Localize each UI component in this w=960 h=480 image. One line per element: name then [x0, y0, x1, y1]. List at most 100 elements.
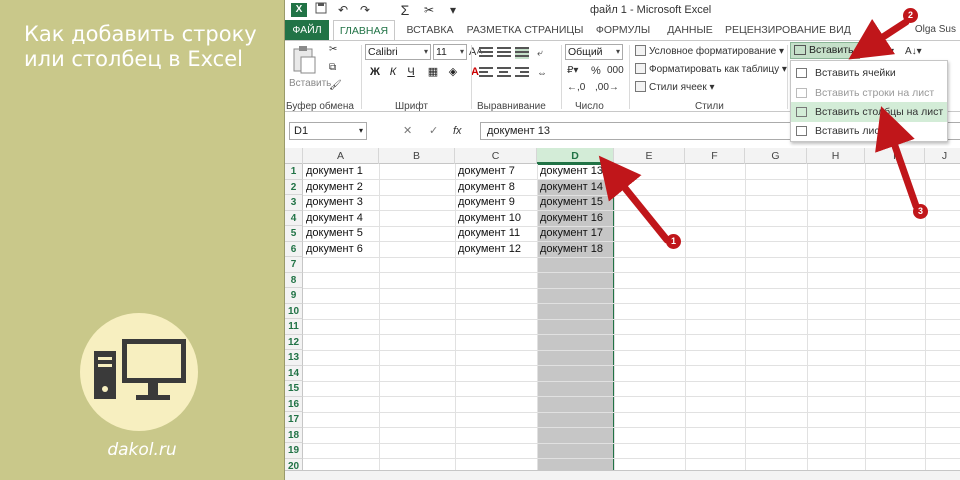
- row-header[interactable]: 1: [285, 164, 303, 180]
- cell-c5[interactable]: документ 11: [455, 226, 537, 242]
- insert-cells-item[interactable]: Вставить ячейки: [791, 63, 947, 83]
- align-middle-icon[interactable]: [497, 47, 511, 59]
- row-header[interactable]: 18: [285, 427, 303, 443]
- borders-icon[interactable]: ▦: [425, 64, 441, 80]
- tab-page-layout[interactable]: РАЗМЕТКА СТРАНИЦЫ: [465, 20, 585, 40]
- column-header-g[interactable]: G: [745, 148, 807, 164]
- row-header[interactable]: 10: [285, 303, 303, 319]
- conditional-formatting-button[interactable]: Условное форматирование ▾: [635, 45, 784, 59]
- row-header[interactable]: 14: [285, 365, 303, 381]
- cell-c3[interactable]: документ 9: [455, 195, 537, 211]
- font-name-combo[interactable]: Calibri ▾: [365, 44, 431, 60]
- cell-d4[interactable]: документ 16: [537, 211, 614, 227]
- align-top-icon[interactable]: [479, 47, 493, 59]
- column-header-d[interactable]: D: [537, 148, 614, 164]
- column-header-f[interactable]: F: [685, 148, 745, 164]
- column-header-e[interactable]: E: [614, 148, 685, 164]
- wrap-text-icon[interactable]: ⤶: [537, 47, 543, 61]
- row-header[interactable]: 16: [285, 396, 303, 412]
- decrease-decimal-icon[interactable]: ,00→: [595, 81, 619, 95]
- cell-c2[interactable]: документ 8: [455, 180, 537, 196]
- undo-icon[interactable]: ↶: [335, 2, 351, 18]
- cell-a4[interactable]: документ 4: [303, 211, 379, 227]
- underline-button[interactable]: Ч: [403, 64, 419, 80]
- name-box[interactable]: D1 ▾: [289, 122, 367, 140]
- save-icon[interactable]: [313, 2, 329, 18]
- cell-a2[interactable]: документ 2: [303, 180, 379, 196]
- tab-data[interactable]: ДАННЫЕ: [661, 20, 719, 40]
- insert-cells-button[interactable]: Вставить ▾: [790, 42, 860, 71]
- insert-columns-item[interactable]: Вставить столбцы на лист: [791, 102, 947, 122]
- format-as-table-button[interactable]: Форматировать как таблицу ▾: [635, 63, 787, 77]
- tab-insert[interactable]: ВСТАВКА: [401, 20, 459, 40]
- align-bottom-icon[interactable]: [515, 47, 529, 59]
- enter-icon[interactable]: ✓: [429, 122, 438, 140]
- currency-icon[interactable]: ₽▾: [567, 64, 578, 78]
- font-size-combo[interactable]: 11 ▾: [433, 44, 467, 60]
- redo-icon[interactable]: ↷: [357, 2, 373, 18]
- cell-a1[interactable]: документ 1: [303, 164, 379, 180]
- row-header[interactable]: 4: [285, 210, 303, 226]
- cell-a5[interactable]: документ 5: [303, 226, 379, 242]
- thousands-separator-button[interactable]: 000: [607, 64, 624, 78]
- format-painter-icon[interactable]: 🖌: [329, 79, 342, 93]
- row-header[interactable]: 3: [285, 195, 303, 211]
- insert-rows-item[interactable]: Вставить строки на лист: [791, 83, 947, 103]
- column-header-b[interactable]: B: [379, 148, 455, 164]
- column-header-h[interactable]: H: [807, 148, 865, 164]
- row-header[interactable]: 11: [285, 319, 303, 335]
- insert-function-icon[interactable]: fx: [453, 122, 462, 140]
- tab-home[interactable]: ГЛАВНАЯ: [333, 20, 395, 41]
- row-header[interactable]: 6: [285, 241, 303, 257]
- tab-view[interactable]: ВИД: [825, 20, 855, 40]
- cell-a3[interactable]: документ 3: [303, 195, 379, 211]
- row-header[interactable]: 19: [285, 443, 303, 459]
- tab-file[interactable]: ФАЙЛ: [285, 20, 329, 40]
- tab-formulas[interactable]: ФОРМУЛЫ: [591, 20, 655, 40]
- tab-review[interactable]: РЕЦЕНЗИРОВАНИЕ: [725, 20, 826, 40]
- cell-d2[interactable]: документ 14: [537, 180, 614, 196]
- row-header[interactable]: 15: [285, 381, 303, 397]
- sort-icon[interactable]: ✂: [421, 2, 437, 18]
- cell-styles-button[interactable]: Стили ячеек ▾: [635, 81, 715, 95]
- cell-d6[interactable]: документ 18: [537, 242, 614, 258]
- insert-sheet-item[interactable]: Вставить лист: [791, 121, 947, 141]
- cell-d3[interactable]: документ 15: [537, 195, 614, 211]
- percent-button[interactable]: %: [591, 64, 601, 78]
- cell-d1[interactable]: документ 13: [537, 164, 614, 180]
- row-header[interactable]: 12: [285, 334, 303, 350]
- column-header-i[interactable]: I: [865, 148, 925, 164]
- copy-icon[interactable]: ⧉: [329, 61, 336, 75]
- row-header[interactable]: 8: [285, 272, 303, 288]
- cell-c4[interactable]: документ 10: [455, 211, 537, 227]
- column-header-j[interactable]: J: [925, 148, 960, 164]
- fill-color-icon[interactable]: ◈: [445, 64, 461, 80]
- row-header[interactable]: 9: [285, 288, 303, 304]
- cell-c1[interactable]: документ 7: [455, 164, 537, 180]
- worksheet-grid[interactable]: ABCDEFGHIJ 1 2 3 4 5 6 7 8 9 10 11 12 13 14 15 16 17 18 19…: [285, 148, 960, 480]
- sort-filter-icon[interactable]: A↓▾: [905, 45, 922, 59]
- row-header[interactable]: 2: [285, 179, 303, 195]
- select-all-corner[interactable]: [285, 148, 303, 164]
- bold-button[interactable]: Ж: [367, 64, 383, 80]
- row-header[interactable]: 17: [285, 412, 303, 428]
- row-header[interactable]: 13: [285, 350, 303, 366]
- merge-cells-icon[interactable]: ⇔: [537, 67, 547, 81]
- row-header[interactable]: 7: [285, 257, 303, 273]
- align-center-icon[interactable]: [497, 67, 511, 79]
- customize-quick-access-icon[interactable]: ▾: [445, 2, 461, 18]
- number-format-combo[interactable]: Общий ▾: [565, 44, 623, 60]
- cell-a6[interactable]: документ 6: [303, 242, 379, 258]
- user-account[interactable]: Olga Sus: [915, 24, 956, 35]
- autosum-quick-icon[interactable]: Σ: [397, 2, 413, 18]
- autosum-dropdown-icon[interactable]: ▾: [889, 45, 894, 59]
- cancel-icon[interactable]: ✕: [403, 122, 412, 140]
- column-header-a[interactable]: A: [303, 148, 379, 164]
- cell-d5[interactable]: документ 17: [537, 226, 614, 242]
- align-left-icon[interactable]: [479, 67, 493, 79]
- row-header[interactable]: 5: [285, 226, 303, 242]
- align-right-icon[interactable]: [515, 67, 529, 79]
- column-header-c[interactable]: C: [455, 148, 537, 164]
- cell-c6[interactable]: документ 12: [455, 242, 537, 258]
- autosum-button[interactable]: Σ: [871, 42, 880, 57]
